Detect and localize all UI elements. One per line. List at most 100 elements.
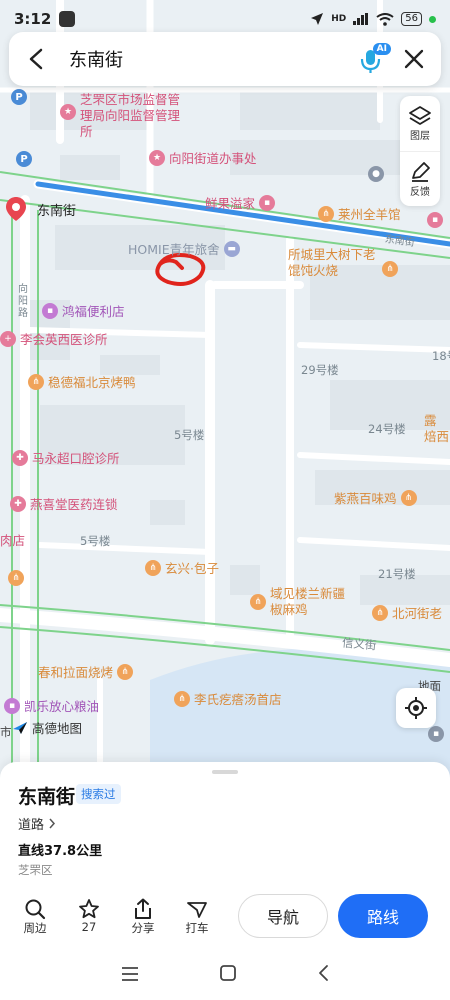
restaurant-icon: ⋔: [28, 373, 44, 390]
poi-label: 北河街老: [392, 606, 443, 621]
poi-label: 域见楼兰新疆椒麻鸡: [270, 586, 346, 617]
building-5-b: 5号楼: [80, 534, 111, 548]
ai-voice-button[interactable]: AI: [353, 41, 391, 77]
poi-noodle-bbq[interactable]: 春和拉面烧烤 ⋔: [38, 662, 134, 681]
poi-label: 稳德福北京烤鸭: [48, 375, 136, 390]
back-button[interactable]: [21, 44, 51, 74]
back-triangle-icon: [319, 965, 328, 981]
notification-app-icon: [59, 11, 76, 27]
system-back-button[interactable]: [317, 964, 329, 986]
building-21: 21号楼: [378, 567, 416, 581]
poi-chicken[interactable]: 紫燕百味鸡 ⋔: [334, 488, 417, 507]
search-bar: 东南街 AI: [9, 32, 441, 86]
sheet-drag-handle[interactable]: [212, 770, 238, 774]
share-button[interactable]: 分享: [120, 898, 166, 936]
feedback-button[interactable]: 反馈: [400, 151, 440, 206]
searched-badge: 搜索过: [76, 784, 121, 804]
poi-soup-shop[interactable]: ⋔ 李氏疙瘩汤首店: [174, 689, 282, 708]
place-category-link[interactable]: 道路: [18, 814, 56, 833]
locate-me-button[interactable]: [396, 688, 436, 728]
menu-button[interactable]: [121, 966, 139, 985]
parking-marker-1[interactable]: P: [11, 89, 27, 105]
building-24: 24号楼: [368, 422, 406, 436]
poi-grain-oil[interactable]: ▪ 凯乐放心粮油: [4, 696, 99, 715]
poi-xinjiang-chicken[interactable]: ⋔ 域见楼兰新疆椒麻鸡: [250, 586, 350, 618]
hotel-icon: ▬: [223, 240, 240, 257]
layers-label: 图层: [410, 131, 430, 142]
amap-logo: 高德地图: [12, 718, 82, 737]
poi-hostel[interactable]: HOMIE青年旅舍 ▬: [128, 239, 240, 258]
share-label: 分享: [131, 921, 155, 935]
parking-marker-2[interactable]: P: [16, 151, 32, 167]
destination-pin[interactable]: 东南街: [5, 196, 76, 222]
restaurant-icon: ⋔: [250, 594, 266, 610]
parking-icon: P: [11, 89, 27, 105]
poi-baozi[interactable]: ⋔ 玄兴·包子: [145, 558, 219, 577]
search-icon: [25, 899, 46, 920]
parking-icon: P: [16, 151, 32, 167]
navigate-button[interactable]: 导航: [238, 894, 328, 938]
poi-label: 莱州全羊馆: [338, 207, 401, 222]
map-marker-right-3[interactable]: ▪: [428, 726, 444, 742]
map-view[interactable]: P P ★ 芝罘区市场监督管理局向阳监督管理所 ★ 向阳街道办事处 鲜果溢家 ▪…: [0, 0, 450, 780]
poi-label: 肉店: [0, 533, 26, 548]
poi-label: 鲜果溢家: [205, 196, 256, 211]
restaurant-icon: ⋔: [174, 690, 190, 707]
building-18: 18号: [432, 349, 450, 363]
shop-icon: ▪: [427, 212, 443, 228]
status-bar: 3:12 HD 56: [0, 0, 450, 38]
poi-dumpling-shop[interactable]: 所城里大树下老馄饨火烧 ⋔: [288, 247, 398, 279]
restaurant-icon: ⋔: [145, 559, 161, 576]
poi-clinic[interactable]: + 李会英西医诊所: [0, 329, 108, 348]
poi-label: 芝罘区市场监督管理局向阳监督管理所: [80, 92, 181, 139]
close-button[interactable]: [399, 44, 429, 74]
close-icon: [404, 49, 424, 69]
location-arrow-icon: [311, 13, 324, 25]
home-button[interactable]: [219, 964, 237, 986]
poi-lamb-restaurant[interactable]: ⋔ 莱州全羊馆: [318, 204, 401, 223]
pharmacy-icon: ✚: [10, 495, 26, 512]
favorite-button[interactable]: 27: [66, 898, 112, 934]
map-marker-right-1[interactable]: ●: [368, 166, 384, 182]
poi-pei-edge[interactable]: 焙西: [424, 426, 449, 445]
privacy-dot: [429, 15, 436, 23]
action-bar: 周边 27 分享 打车 导航 路线: [0, 892, 450, 950]
poi-label: 向阳街道办事处: [169, 151, 257, 166]
poi-dental-clinic[interactable]: ✚ 马永超口腔诊所: [12, 448, 120, 467]
shop-icon: ▪: [4, 697, 20, 714]
place-title: 东南街: [18, 786, 76, 808]
place-district: 芝罘区: [18, 863, 53, 877]
status-time: 3:12: [14, 10, 52, 28]
map-marker-right-2[interactable]: ▪: [427, 212, 443, 228]
layers-button[interactable]: 图层: [400, 96, 440, 151]
poi-street-office[interactable]: ★ 向阳街道办事处: [149, 148, 257, 167]
poi-convenience-store[interactable]: ▪ 鸿福便利店: [42, 301, 125, 320]
edit-pencil-icon: [412, 161, 430, 182]
system-navigation-bar: [0, 950, 450, 1000]
restaurant-icon: ⋔: [382, 261, 398, 277]
poi-meat-shop[interactable]: 肉店: [0, 530, 25, 549]
place-icon: ●: [368, 166, 384, 182]
poi-label: 马永超口腔诊所: [32, 451, 120, 466]
poi-label: 玄兴·包子: [165, 561, 219, 576]
poi-label: 李氏疙瘩汤首店: [194, 692, 282, 707]
feedback-label: 反馈: [410, 186, 430, 198]
poi-pharmacy[interactable]: ✚ 燕喜堂医药连锁: [10, 494, 118, 513]
poi-meat-shop-marker[interactable]: ⋔: [8, 570, 24, 586]
government-icon: ★: [60, 104, 76, 120]
menu-icon: [122, 966, 138, 981]
route-button[interactable]: 路线: [338, 894, 428, 938]
layers-icon: [409, 106, 431, 125]
nearby-label: 周边: [23, 921, 47, 935]
poi-fruit-shop[interactable]: 鲜果溢家 ▪: [205, 193, 276, 212]
building-5-a: 5号楼: [174, 428, 205, 442]
poi-market-supervision[interactable]: ★ 芝罘区市场监督管理局向阳监督管理所: [60, 92, 180, 140]
nearby-button[interactable]: 周边: [12, 898, 58, 936]
taxi-label: 打车: [185, 921, 209, 935]
battery-indicator: 56: [401, 12, 422, 26]
taxi-button[interactable]: 打车: [174, 898, 220, 936]
poi-beihe-street[interactable]: ⋔ 北河街老: [372, 603, 442, 622]
poi-roast-duck[interactable]: ⋔ 稳德福北京烤鸭: [28, 372, 136, 391]
medical-icon: +: [0, 330, 16, 347]
search-query[interactable]: 东南街: [69, 46, 353, 72]
